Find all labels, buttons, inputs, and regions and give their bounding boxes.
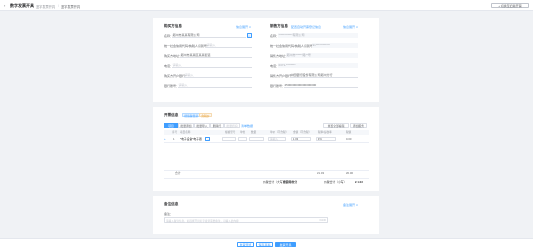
breadcrumb-current: 蓝字发票开具 bbox=[61, 4, 81, 9]
preview-invoice-button[interactable]: 发票预览 bbox=[237, 241, 254, 247]
buyer-section-title: 购买方信息 bbox=[164, 24, 182, 28]
col-name: 项目名称 bbox=[180, 131, 191, 134]
subtotal-label: 合计 bbox=[175, 171, 181, 175]
search-icon: ⌕ bbox=[248, 34, 251, 38]
remarks-panel: 备注信息 备注展开 ∨ 备注： 请输入备注信息，如选择开具红字发票需要备注，可输… bbox=[153, 196, 379, 234]
issue-invoice-button[interactable]: 发票开具 bbox=[275, 241, 296, 247]
remarks-section-title: 备注信息 bbox=[164, 202, 179, 206]
remarks-placeholder: 请输入备注信息，如选择开具红字发票需要备注，可输入此内容 bbox=[166, 220, 239, 223]
row-add-icon[interactable]: + bbox=[164, 137, 166, 142]
buyer-account-input[interactable]: 请输入 bbox=[178, 83, 252, 88]
subtotal-amount: ¥1.03 bbox=[317, 171, 324, 175]
total-figure-value: ¥ 1.03 bbox=[355, 179, 363, 184]
seller-taxid-field: 91************ bbox=[312, 43, 358, 48]
seller-section-title: 销售方信息 bbox=[270, 24, 288, 28]
col-tax: 税额 bbox=[346, 131, 352, 134]
seller-taxid-label: 统一社会信用代码/纳税人识别号： bbox=[270, 44, 316, 48]
buyer-expand-link[interactable]: 信息展开 ∨ bbox=[236, 25, 251, 29]
seller-account-label: 银行账号： bbox=[270, 84, 286, 88]
party-info-panel: 购买方信息 信息展开 ∨ 名称： 郑州市某某有限公司 ⌕ 统一社会信用代码/纳税… bbox=[153, 18, 379, 102]
col-price: 单价（不含税） bbox=[270, 131, 289, 134]
buyer-phone-input[interactable]: 请输入 bbox=[172, 63, 252, 68]
items-table-header: 序号 项目名称 规格型号 单位 数量 单价（不含税） 金额（不含税） 税率/征收… bbox=[164, 130, 369, 135]
seller-name-field: ************有限公司 bbox=[278, 33, 358, 38]
subtotal-tax: ¥0.00 bbox=[346, 171, 353, 175]
row-tax: 0.00 bbox=[346, 136, 352, 141]
table-row[interactable]: + 1 *电子设备*电子器 … 请输入 1.03 3% 0.00 bbox=[164, 136, 369, 143]
col-spec: 规格型号 bbox=[225, 131, 236, 134]
remarks-expand-link[interactable]: 备注展开 ∨ bbox=[343, 203, 358, 207]
invoice-type-tag: 增值税普票 bbox=[182, 112, 201, 118]
remarks-textarea[interactable]: 请输入备注信息，如选择开具红字发票需要备注，可输入此内容 0/230 bbox=[164, 217, 328, 223]
tax-included-tag[interactable]: 含税价 bbox=[199, 112, 212, 118]
more-icon: … bbox=[206, 137, 210, 141]
buyer-address-input[interactable]: 郑州市某某区某某街道 bbox=[180, 53, 252, 58]
row-unit-input[interactable] bbox=[238, 137, 247, 142]
buyer-taxid-label: 统一社会信用代码/纳税人识别号： bbox=[164, 44, 210, 48]
invoice-items-panel: 开票信息 增值税普票 含税价 项目 批量添加 批量导入 删除行 批量折扣 清单数… bbox=[153, 107, 379, 191]
add-service-button[interactable]: 添加服务 bbox=[350, 123, 367, 128]
row-amount-input[interactable]: 1.03 bbox=[291, 137, 311, 142]
row-price-input[interactable]: 请输入 bbox=[268, 137, 286, 142]
col-qty: 数量 bbox=[251, 131, 257, 134]
seller-account-field[interactable]: 2500000000000000000 bbox=[284, 83, 358, 88]
remarks-label: 备注： bbox=[164, 212, 174, 216]
tab-batch-add[interactable]: 批量添加 bbox=[178, 123, 194, 128]
reset-all-button[interactable]: 重置全部编辑 bbox=[323, 123, 349, 128]
col-index: 序号 bbox=[172, 131, 178, 134]
buyer-account-label: 银行账号： bbox=[164, 84, 180, 88]
col-unit: 单位 bbox=[240, 131, 246, 134]
total-row: 价税合计（大写） 壹圆零叁分 价税合计（小写） ¥ 1.03 bbox=[164, 178, 369, 184]
buyer-bank-input[interactable]: 请输入 bbox=[184, 73, 252, 78]
chevron-left-icon[interactable]: ‹ bbox=[4, 3, 5, 8]
breadcrumb-separator: / bbox=[58, 3, 59, 8]
row-name-picker-button[interactable]: … bbox=[205, 137, 210, 142]
row-rate-select[interactable]: 3% bbox=[316, 137, 336, 142]
row-index: 1 bbox=[173, 136, 175, 141]
seller-bank-field[interactable]: 中国银行股份有限公司郑州分行 bbox=[290, 73, 358, 78]
action-footer: 发票预览 保存草稿 发票开具 bbox=[0, 238, 533, 248]
seller-address-field: 郑州市******路**号 bbox=[286, 53, 358, 58]
tab-batch-import[interactable]: 批量导入 bbox=[194, 123, 210, 128]
switch-old-version-button[interactable]: + 切换至旧版开票 bbox=[491, 2, 529, 8]
remarks-counter: 0/230 bbox=[319, 219, 327, 222]
tab-delete-row[interactable]: 删除行 bbox=[210, 123, 224, 128]
buyer-name-input[interactable]: 郑州市某某有限公司 bbox=[172, 33, 246, 38]
page-title: 数字发票开具 bbox=[10, 3, 34, 9]
col-amount: 金额（不含税） bbox=[293, 131, 312, 134]
col-rate: 税率/征收率 bbox=[318, 131, 332, 134]
row-qty-input[interactable] bbox=[249, 137, 264, 142]
tab-batch-discount[interactable]: 批量折扣 bbox=[224, 123, 240, 128]
total-words-value: 壹圆零叁分 bbox=[283, 179, 297, 184]
seller-phone-field: 0371-******** bbox=[278, 63, 358, 68]
buyer-search-button[interactable]: ⌕ bbox=[247, 33, 252, 38]
row-spec-input[interactable] bbox=[222, 137, 236, 142]
items-section-title: 开票信息 bbox=[164, 113, 179, 117]
list-data-link[interactable]: 清单数据 bbox=[241, 124, 253, 128]
breadcrumb-item[interactable]: 蓝字发票开具 bbox=[36, 4, 55, 9]
seller-config-link[interactable]: 配置自动开票登记信息 bbox=[291, 25, 321, 29]
tab-item[interactable]: 项目 bbox=[164, 123, 178, 128]
row-name[interactable]: *电子设备*电子器 bbox=[180, 137, 202, 142]
total-figure-label: 价税合计（小写） bbox=[324, 179, 347, 184]
save-draft-button[interactable]: 保存草稿 bbox=[256, 241, 273, 247]
top-bar: ‹ 数字发票开具 蓝字发票开具 / 蓝字发票开具 + 切换至旧版开票 bbox=[0, 0, 533, 11]
seller-expand-link[interactable]: 信息展开 ∨ bbox=[343, 25, 358, 29]
buyer-taxid-input[interactable]: 请输入 bbox=[206, 43, 252, 48]
subtotal-row: 合计 ¥1.03 ¥0.00 bbox=[164, 170, 369, 175]
